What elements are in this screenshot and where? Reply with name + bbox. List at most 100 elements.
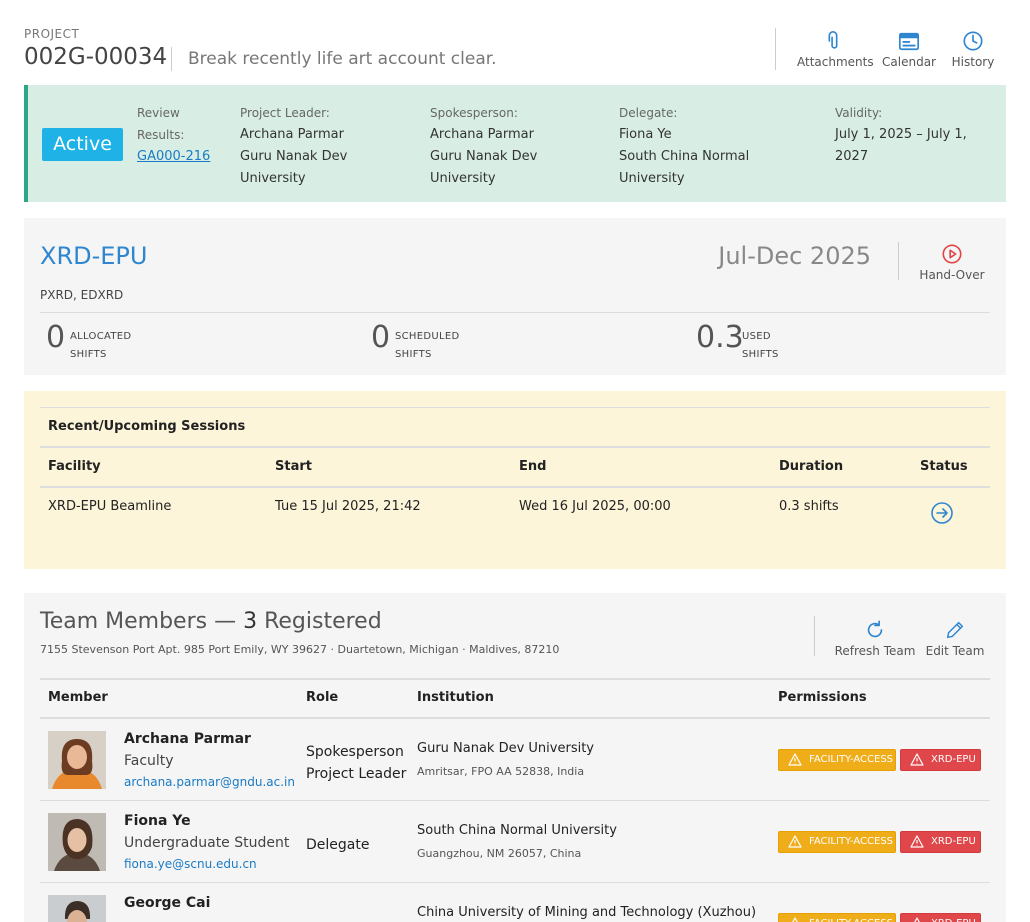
warning-icon <box>910 835 924 848</box>
allocated-shifts-line2: SHIFTS <box>70 349 107 360</box>
team-title-prefix: Team Members — <box>40 609 244 634</box>
leader-institution: Guru Nanak Dev <box>240 149 348 164</box>
avatar <box>48 813 106 871</box>
warning-icon <box>914 917 920 922</box>
team-header-border <box>40 717 990 719</box>
beamline-name[interactable]: XRD-EPU <box>40 242 147 270</box>
team-count: 3 <box>243 609 258 634</box>
project-id: 002G-00034 <box>24 44 168 70</box>
play-circle-icon <box>942 244 962 264</box>
scheduled-shifts-unit: SCHEDULED SHIFTS <box>395 328 459 364</box>
used-shifts-line1: USED <box>742 331 771 342</box>
project-label: PROJECT <box>24 27 80 41</box>
session-end: Wed 16 Jul 2025, 00:00 <box>519 499 671 514</box>
facility-access-label: FACILITY-ACCESS <box>809 836 894 847</box>
actions-divider <box>775 28 776 70</box>
refresh-team-label: Refresh Team <box>834 644 916 658</box>
beamline-card: XRD-EPU PXRD, EDXRD Jul-Dec 2025 Hand-Ov… <box>24 218 1006 375</box>
attachments-label: Attachments <box>797 55 874 69</box>
col-permissions: Permissions <box>778 690 867 705</box>
member-email[interactable]: fiona.ye@scnu.edu.cn <box>124 857 257 871</box>
delegate: Delegate: Fiona Ye South China Normal Un… <box>619 102 749 190</box>
col-role: Role <box>306 690 339 705</box>
warning-icon <box>792 917 798 922</box>
sessions-title-border <box>40 446 990 448</box>
paperclip-icon <box>828 31 838 49</box>
col-member: Member <box>48 690 108 705</box>
review-results: Review Results: GA000-216 <box>137 102 210 168</box>
spokesperson-label: Spokesperson: <box>430 106 518 120</box>
warning-icon <box>788 753 802 766</box>
attachments-button[interactable]: Attachments <box>797 30 874 69</box>
col-facility: Facility <box>48 459 101 474</box>
calendar-icon <box>899 32 919 51</box>
xrd-epu-label: XRD-EPU <box>931 836 976 847</box>
member-role-primary: Spokesperson <box>306 744 404 760</box>
col-duration: Duration <box>779 459 844 474</box>
member-position: Undergraduate Student <box>124 835 290 851</box>
sessions-top-border <box>40 407 990 408</box>
hand-over-button[interactable]: Hand-Over <box>917 243 987 282</box>
member-name: Archana Parmar <box>124 731 251 747</box>
xrd-epu-badge: XRD-EPU <box>900 831 981 853</box>
team-panel: Team Members — 3 Registered 7155 Stevens… <box>24 593 1006 922</box>
member-role: Spokesperson Project Leader <box>306 741 406 785</box>
team-title: Team Members — 3 Registered <box>40 609 382 634</box>
refresh-team-button[interactable]: Refresh Team <box>834 619 916 658</box>
col-start: Start <box>275 459 312 474</box>
history-button[interactable]: History <box>947 30 999 69</box>
col-institution: Institution <box>417 690 494 705</box>
member-position: Faculty <box>124 753 174 769</box>
avatar <box>48 895 106 922</box>
history-label: History <box>951 55 995 69</box>
col-status: Status <box>920 459 968 474</box>
col-end: End <box>519 459 547 474</box>
validity-range: July 1, 2025 – July 1, <box>835 127 967 142</box>
warning-icon <box>910 753 924 766</box>
sessions-panel: Recent/Upcoming Sessions Facility Start … <box>24 391 1006 569</box>
warning-icon <box>788 835 802 848</box>
facility-access-label: FACILITY-ACCESS <box>809 918 893 922</box>
facility-access-label: FACILITY-ACCESS <box>809 754 894 765</box>
calendar-button[interactable]: Calendar <box>877 30 941 69</box>
review-link[interactable]: GA000-216 <box>137 146 210 168</box>
spokesperson-name: Archana Parmar <box>430 127 534 142</box>
member-institution-address: Guangzhou, NM 26057, China <box>417 847 582 860</box>
spokesperson-institution-cont: University <box>430 171 496 186</box>
beamline-techniques: PXRD, EDXRD <box>40 288 124 302</box>
member-name: George Cai <box>124 895 211 911</box>
team-top-border <box>40 678 990 680</box>
member-institution: South China Normal University <box>417 823 617 838</box>
arrow-right-circle-icon[interactable] <box>930 501 954 525</box>
validity: Validity: July 1, 2025 – July 1, 2027 <box>835 102 967 168</box>
facility-access-badge: FACILITY-ACCESS <box>778 831 896 853</box>
review-label: Review <box>137 106 180 120</box>
xrd-epu-label: XRD-EPU <box>931 918 976 922</box>
facility-access-badge: FACILITY-ACCESS <box>778 913 896 922</box>
project-leader: Project Leader: Archana Parmar Guru Nana… <box>240 102 347 190</box>
pencil-icon <box>946 621 964 639</box>
row-divider <box>40 882 990 883</box>
scheduled-shifts-line1: SCHEDULED <box>395 331 460 342</box>
session-facility: XRD-EPU Beamline <box>48 499 172 514</box>
validity-range-cont: 2027 <box>835 149 869 164</box>
facility-access-badge: FACILITY-ACCESS <box>778 749 896 771</box>
edit-team-button[interactable]: Edit Team <box>924 619 986 658</box>
team-actions-divider <box>814 616 815 656</box>
status-badge: Active <box>42 128 123 161</box>
clock-icon <box>963 31 983 51</box>
leader-label: Project Leader: <box>240 106 330 120</box>
sessions-header-border <box>40 486 990 488</box>
member-institution: China University of Mining and Technolog… <box>417 905 757 920</box>
used-shifts-value: 0.3 <box>696 320 744 355</box>
member-institution: Guru Nanak Dev University <box>417 741 594 756</box>
xrd-epu-badge: XRD-EPU <box>900 749 981 771</box>
member-email[interactable]: archana.parmar@gndu.ac.in <box>124 775 295 789</box>
member-name: Fiona Ye <box>124 813 191 829</box>
header-divider <box>171 47 172 71</box>
project-header: PROJECT 002G-00034 Break recently life a… <box>24 22 1006 84</box>
avatar <box>48 731 106 789</box>
delegate-institution: South China Normal <box>619 149 750 164</box>
row-divider <box>40 800 990 801</box>
scheduled-shifts-line2: SHIFTS <box>395 349 432 360</box>
